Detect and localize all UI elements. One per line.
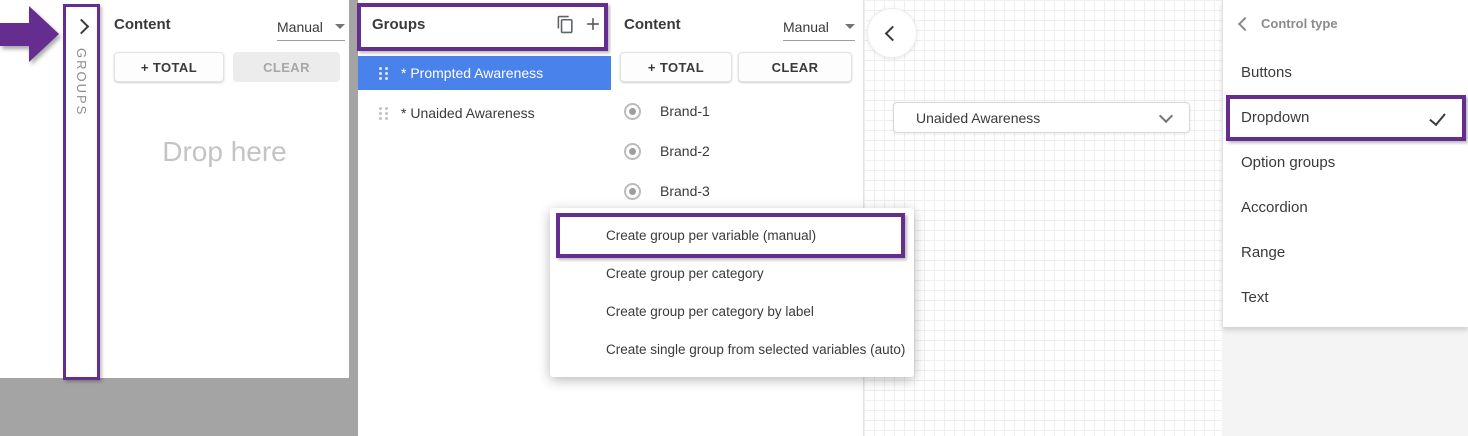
add-group-icon[interactable] [582, 13, 604, 35]
radio-label: Brand-3 [660, 183, 710, 199]
control-type-label: Option groups [1241, 154, 1335, 171]
drag-handle-icon[interactable] [379, 107, 388, 120]
menu-item-create-group-per-category-by-label[interactable]: Create group per category by label [550, 292, 914, 330]
control-type-label: Accordion [1241, 199, 1308, 216]
radio-option-brand-1[interactable]: Brand-1 [624, 94, 710, 128]
content-panel-title: Content [624, 16, 681, 33]
radio-option-brand-2[interactable]: Brand-2 [624, 134, 710, 168]
groups-rail[interactable]: GROUPS [63, 4, 100, 380]
group-item-label: * Unaided Awareness [401, 105, 535, 121]
annotation-arrow-head [29, 6, 59, 62]
control-type-label: Dropdown [1241, 109, 1309, 126]
variables-panel-title: Content [114, 16, 171, 33]
chevron-left-icon [1238, 16, 1252, 30]
group-item-label: * Prompted Awareness [401, 65, 543, 81]
group-item-unaided-awareness[interactable]: * Unaided Awareness [358, 97, 611, 129]
control-type-accordion[interactable]: Accordion [1223, 185, 1468, 230]
collapse-panel-button[interactable] [867, 8, 917, 58]
control-type-buttons[interactable]: Buttons [1223, 50, 1468, 95]
radio-icon[interactable] [624, 143, 641, 160]
group-context-menu: Create group per variable (manual) Creat… [550, 208, 914, 377]
control-type-option-groups[interactable]: Option groups [1223, 140, 1468, 185]
clear-button-disabled: CLEAR [233, 52, 340, 82]
radio-option-brand-3[interactable]: Brand-3 [624, 174, 710, 208]
radio-icon[interactable] [624, 183, 641, 200]
control-type-label: Text [1241, 289, 1269, 306]
awareness-dropdown-value: Unaided Awareness [916, 110, 1040, 126]
drop-here-placeholder: Drop here [102, 136, 347, 168]
group-item-prompted-awareness[interactable]: * Prompted Awareness [358, 56, 611, 90]
menu-item-create-group-per-variable[interactable]: Create group per variable (manual) [550, 216, 914, 254]
radio-icon[interactable] [624, 103, 641, 120]
chevron-right-icon[interactable] [74, 19, 90, 35]
groups-rail-label: GROUPS [74, 48, 89, 116]
control-type-zone: Control type Buttons Dropdown Option gro… [1222, 0, 1468, 436]
control-type-label: Range [1241, 244, 1285, 261]
drag-handle-icon[interactable] [379, 67, 388, 80]
content-mode-select[interactable]: Manual [783, 13, 855, 41]
menu-item-create-single-group-auto[interactable]: Create single group from selected variab… [550, 330, 914, 368]
radio-label: Brand-2 [660, 143, 710, 159]
control-type-panel: Control type Buttons Dropdown Option gro… [1222, 0, 1468, 327]
app-screen: Content Manual + TOTAL CLEAR Drop here G… [0, 0, 1468, 436]
chevron-left-icon [884, 25, 900, 41]
control-type-label: Buttons [1241, 64, 1292, 81]
dashboard-canvas: Unaided Awareness [864, 0, 1222, 436]
control-type-dropdown[interactable]: Dropdown [1223, 95, 1468, 140]
control-type-title: Control type [1261, 16, 1338, 31]
menu-item-create-group-per-category[interactable]: Create group per category [550, 254, 914, 292]
radio-label: Brand-1 [660, 103, 710, 119]
clear-button[interactable]: CLEAR [738, 52, 852, 82]
annotation-arrow-tail [0, 23, 30, 46]
groups-panel-title: Groups [372, 16, 425, 33]
awareness-dropdown-control[interactable]: Unaided Awareness [893, 102, 1190, 133]
control-type-back[interactable]: Control type [1240, 16, 1338, 31]
caret-down-icon [845, 24, 855, 29]
content-mode-value: Manual [277, 19, 323, 35]
control-type-range[interactable]: Range [1223, 230, 1468, 275]
control-type-text[interactable]: Text [1223, 275, 1468, 320]
duplicate-group-icon[interactable] [554, 13, 576, 35]
content-mode-select[interactable]: Manual [277, 13, 345, 41]
chevron-down-icon [1159, 108, 1173, 122]
caret-down-icon [335, 24, 345, 29]
annotation-arrow [0, 6, 60, 64]
add-total-button[interactable]: + TOTAL [114, 52, 224, 82]
content-mode-value: Manual [783, 19, 829, 35]
checkmark-icon [1429, 109, 1446, 126]
add-total-button[interactable]: + TOTAL [620, 52, 732, 82]
